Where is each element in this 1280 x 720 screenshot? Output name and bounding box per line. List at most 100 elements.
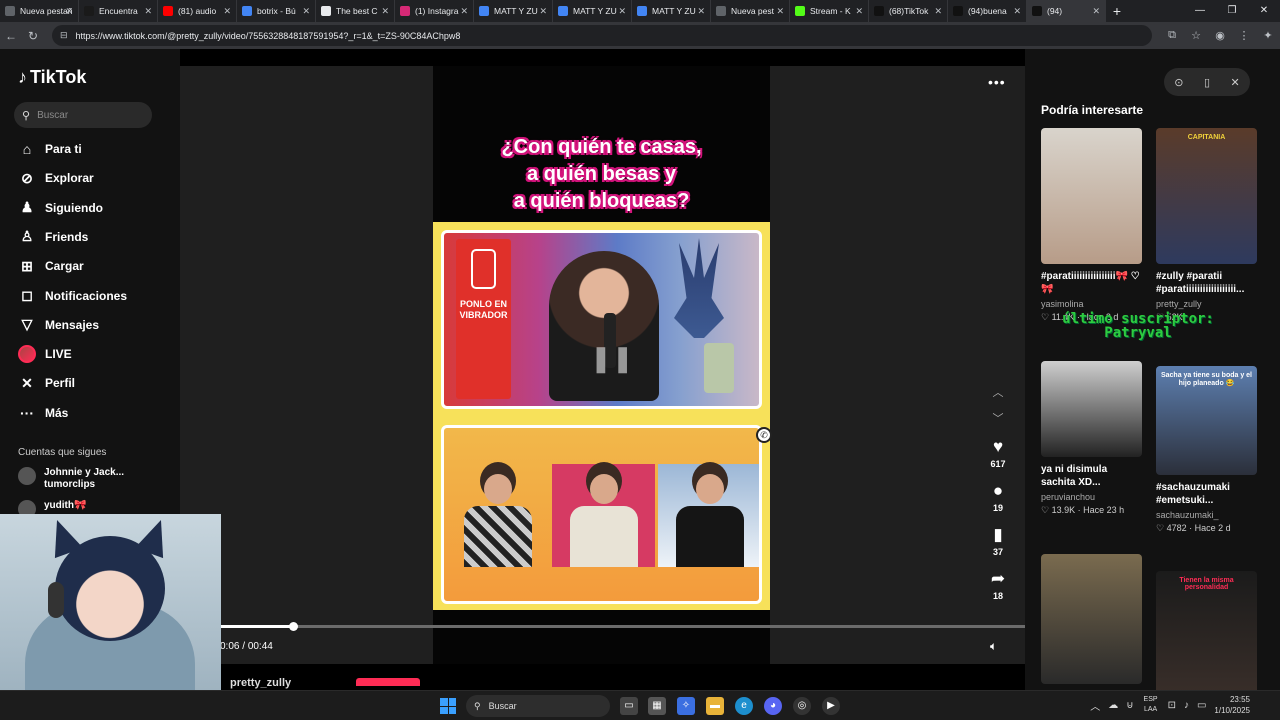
sidebar-item-perfil[interactable]: ✕ Perfil xyxy=(18,371,168,395)
browser-tab[interactable]: botrix - Bú ✕ xyxy=(237,0,316,22)
extensions-icon[interactable]: ⧉ xyxy=(1160,29,1184,42)
sidebar-item-friends[interactable]: ♙ Friends xyxy=(18,225,168,249)
video-author[interactable]: sachauzumaki_ xyxy=(1156,510,1257,520)
share-button[interactable]: ➦ 18 xyxy=(985,569,1011,601)
more-options-icon[interactable]: ••• xyxy=(988,74,1006,90)
sidebar-item-explorar[interactable]: ⊘ Explorar xyxy=(18,166,168,190)
video-author[interactable]: yasimolina xyxy=(1041,299,1142,309)
user-avatar-icon[interactable]: ✕ xyxy=(1231,76,1240,89)
chevron-up-icon[interactable]: ︿ xyxy=(1090,698,1100,713)
tab-close-icon[interactable]: ✕ xyxy=(223,6,231,17)
video-author[interactable]: pretty_zully xyxy=(1156,299,1257,309)
browser-tab[interactable]: Stream - K ✕ xyxy=(790,0,869,22)
recommended-video-card[interactable]: Tienen la misma personalidad xyxy=(1156,571,1257,701)
browser-tab[interactable]: MATT Y ZU ✕ xyxy=(474,0,553,22)
discord-icon[interactable]: ◕ xyxy=(764,697,782,715)
minimize-icon[interactable]: — xyxy=(1184,0,1216,22)
recommended-video-card[interactable]: CAPITANIA #zully #paratii #paratiiiiiiiii… xyxy=(1156,128,1257,323)
address-bar[interactable]: ⊟ https://www.tiktok.com/@pretty_zully/v… xyxy=(52,25,1152,46)
edge-icon[interactable]: e xyxy=(735,697,753,715)
volume-tray-icon[interactable]: ♪ xyxy=(1184,700,1189,711)
battery-icon[interactable]: ▭ xyxy=(1197,700,1206,711)
tab-close-icon[interactable]: ✕ xyxy=(697,6,705,17)
browser-tab[interactable]: (68)TikTok ✕ xyxy=(869,0,948,22)
task-view-icon[interactable]: ▭ xyxy=(620,697,638,715)
browser-tab[interactable]: MATT Y ZU ✕ xyxy=(553,0,632,22)
media-player-icon[interactable]: ▶ xyxy=(822,697,840,715)
new-tab-icon[interactable]: + xyxy=(1106,3,1128,19)
bookmarks-icon[interactable]: ☆ xyxy=(1184,29,1208,42)
like-button[interactable]: ♥ 617 xyxy=(985,437,1011,469)
comment-button[interactable]: ● 19 xyxy=(985,481,1011,513)
video-thumbnail[interactable]: CAPITANIA xyxy=(1156,128,1257,264)
browser-tab[interactable]: Nueva pestaña ✕ xyxy=(0,0,79,22)
menu-icon[interactable]: ⋮ xyxy=(1232,29,1256,42)
sidebar-item-cargar[interactable]: ⊞ Cargar xyxy=(18,254,168,278)
obs-icon[interactable]: ◎ xyxy=(793,697,811,715)
tab-close-icon[interactable]: ✕ xyxy=(776,6,784,17)
clock[interactable]: 23:55 1/10/2025 xyxy=(1214,694,1250,716)
browser-tab[interactable]: (94) ✕ xyxy=(1027,0,1106,22)
device-icon[interactable]: ▯ xyxy=(1204,76,1210,89)
reload-icon[interactable]: ↻ xyxy=(22,29,44,43)
video-title[interactable]: #zully #paratii #paratiiiiiiiiiiiiiiiiii… xyxy=(1156,270,1257,296)
tab-close-icon[interactable]: ✕ xyxy=(539,6,547,17)
tab-close-icon[interactable]: ✕ xyxy=(855,6,863,17)
store-icon[interactable]: ▦ xyxy=(648,697,666,715)
video-title[interactable]: ya ni disimula sachita XD... xyxy=(1041,463,1142,489)
whatsapp-share-icon[interactable]: ✆ xyxy=(756,427,772,443)
network-icon[interactable]: ⊡ xyxy=(1168,700,1176,711)
following-item[interactable]: Johnnie y Jack... tumorclips xyxy=(18,467,124,491)
tab-close-icon[interactable]: ✕ xyxy=(65,6,73,17)
next-video-icon[interactable]: ﹀ xyxy=(990,410,1006,426)
tab-close-icon[interactable]: ✕ xyxy=(144,6,152,17)
recommended-video-card[interactable] xyxy=(1041,554,1142,684)
windows-start-icon[interactable] xyxy=(440,698,456,714)
tab-close-icon[interactable]: ✕ xyxy=(934,6,942,17)
sidebar-item-m-s[interactable]: ··· Más xyxy=(18,401,168,425)
pause-icon[interactable]: ❚❚ xyxy=(590,343,634,374)
sidebar-item-live[interactable]: LIVE xyxy=(18,342,168,366)
sidebar-item-mensajes[interactable]: ▽ Mensajes xyxy=(18,313,168,337)
close-window-icon[interactable]: ✕ xyxy=(1248,0,1280,22)
sidebar-item-notificaciones[interactable]: ◻ Notificaciones xyxy=(18,284,168,308)
progress-bar[interactable] xyxy=(221,625,1025,628)
back-icon[interactable]: ← xyxy=(0,29,22,43)
assistant-icon[interactable]: ✦ xyxy=(1256,29,1280,42)
profile-avatar-icon[interactable]: ◉ xyxy=(1208,29,1232,42)
video-thumbnail[interactable]: Tienen la misma personalidad xyxy=(1156,571,1257,701)
microphone-icon[interactable]: ⊍ xyxy=(1126,700,1133,711)
tab-close-icon[interactable]: ✕ xyxy=(1013,6,1021,17)
video-thumbnail[interactable]: Sacha ya tiene su boda y el hijo planead… xyxy=(1156,366,1257,475)
video-author[interactable]: peruvianchou xyxy=(1041,492,1142,502)
recommended-video-card[interactable]: #paratiiiiiiiiiiiiiiii🎀 ♡🎀 yasimolina ♡ 11… xyxy=(1041,128,1142,323)
video-thumbnail[interactable] xyxy=(1041,128,1142,264)
tab-close-icon[interactable]: ✕ xyxy=(381,6,389,17)
browser-tab[interactable]: (81) audio ✕ xyxy=(158,0,237,22)
save-button[interactable]: ▮ 37 xyxy=(985,525,1011,557)
tab-close-icon[interactable]: ✕ xyxy=(618,6,626,17)
tab-close-icon[interactable]: ✕ xyxy=(1092,6,1100,17)
sidebar-item-para-ti[interactable]: ⌂ Para ti xyxy=(18,137,168,161)
recommended-video-card[interactable]: Sacha ya tiene su boda y el hijo planead… xyxy=(1156,366,1257,534)
follow-button[interactable] xyxy=(356,678,420,686)
taskbar-search[interactable]: ⚲ Buscar xyxy=(466,695,610,717)
browser-tab[interactable]: Nueva pest ✕ xyxy=(711,0,790,22)
browser-tab[interactable]: (94)buena ✕ xyxy=(948,0,1027,22)
browser-tab[interactable]: (1) Instagra ✕ xyxy=(395,0,474,22)
file-explorer-icon[interactable]: ▬ xyxy=(706,697,724,715)
tab-close-icon[interactable]: ✕ xyxy=(460,6,468,17)
browser-tab[interactable]: The best C ✕ xyxy=(316,0,395,22)
copilot-icon[interactable]: ✧ xyxy=(677,697,695,715)
coins-icon[interactable]: ⊙ xyxy=(1174,76,1183,89)
author-name[interactable]: pretty_zully xyxy=(230,677,291,689)
browser-tab[interactable]: MATT Y ZU ✕ xyxy=(632,0,711,22)
tiktok-logo[interactable]: ♪ TikTok xyxy=(18,67,86,88)
site-info-icon[interactable]: ⊟ xyxy=(60,30,68,41)
recommended-video-card[interactable]: ya ni disimula sachita XD... peruvianchou… xyxy=(1041,361,1142,516)
tab-close-icon[interactable]: ✕ xyxy=(302,6,310,17)
search-input[interactable]: ⚲ Buscar xyxy=(14,102,152,128)
sidebar-item-siguiendo[interactable]: ♟ Siguiendo xyxy=(18,196,168,220)
volume-icon[interactable]: 🔈︎ xyxy=(990,639,997,654)
cloud-icon[interactable]: ☁ xyxy=(1108,700,1118,711)
